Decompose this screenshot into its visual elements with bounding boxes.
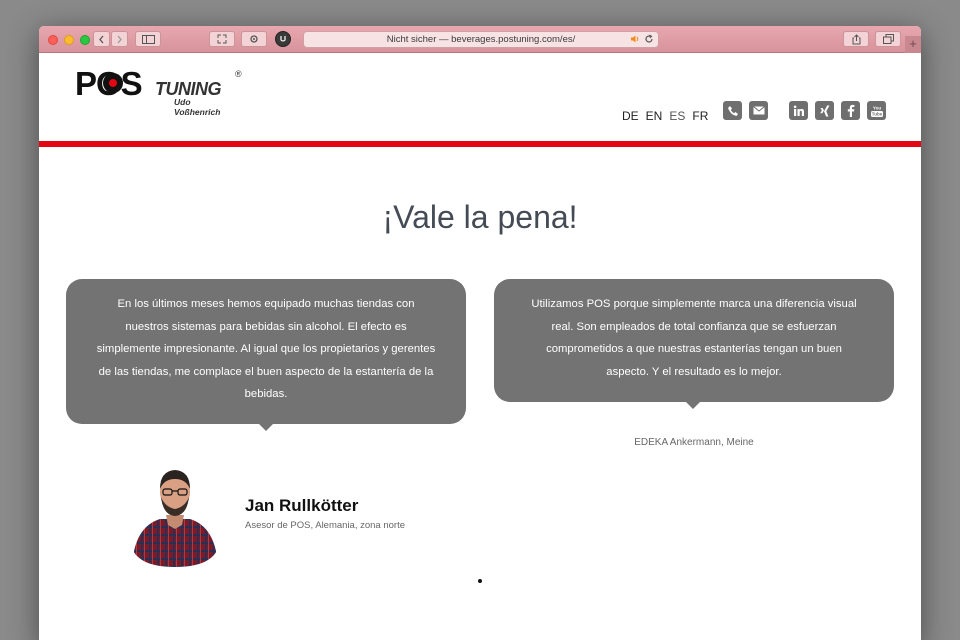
avatar bbox=[130, 459, 220, 567]
chevron-right-icon bbox=[117, 35, 122, 43]
linkedin-icon bbox=[793, 105, 804, 116]
reload-icon[interactable] bbox=[644, 34, 654, 44]
share-button[interactable] bbox=[843, 31, 869, 47]
forward-button[interactable] bbox=[111, 31, 128, 47]
carousel-indicator-dot[interactable] bbox=[478, 579, 482, 583]
address-bar[interactable]: Nicht sicher — beverages.postuning.com/e… bbox=[303, 31, 659, 48]
logo-registered-mark: ® bbox=[235, 69, 242, 79]
person-name: Jan Rullkötter bbox=[245, 496, 359, 515]
new-tab-button[interactable]: + bbox=[905, 36, 921, 53]
xing-icon bbox=[819, 105, 829, 116]
testimonial-text: Utilizamos POS porque simplemente marca … bbox=[531, 298, 857, 378]
xing-link[interactable] bbox=[815, 101, 834, 120]
browser-window: Nicht sicher — beverages.postuning.com/e… bbox=[39, 26, 921, 640]
phone-link[interactable] bbox=[723, 101, 742, 120]
testimonial-text: En los últimos meses hemos equipado much… bbox=[96, 298, 436, 400]
web-page: POS TUNING ® Udo Voßhenrich DE EN ES FR bbox=[39, 53, 921, 640]
logo-tuning-text: TUNING bbox=[155, 79, 222, 99]
svg-text:Tube: Tube bbox=[871, 111, 882, 116]
ublock-extension-button[interactable] bbox=[275, 31, 291, 47]
lang-de[interactable]: DE bbox=[622, 109, 639, 123]
expand-icon bbox=[217, 34, 227, 44]
tabs-icon bbox=[882, 34, 894, 44]
header-red-rule bbox=[39, 141, 921, 147]
person-role: Asesor de POS, Alemania, zona norte bbox=[245, 520, 406, 531]
phone-icon bbox=[727, 105, 738, 116]
testimonial-bubble: Utilizamos POS porque simplemente marca … bbox=[494, 279, 894, 409]
site-logo[interactable]: POS TUNING ® Udo Voßhenrich bbox=[75, 67, 242, 118]
tabs-overview-button[interactable] bbox=[875, 31, 901, 47]
extension-button[interactable] bbox=[241, 31, 267, 47]
language-switcher: DE EN ES FR bbox=[622, 109, 708, 123]
sidebar-icon bbox=[141, 34, 155, 44]
back-button[interactable] bbox=[93, 31, 110, 47]
facebook-link[interactable] bbox=[841, 101, 860, 120]
lang-en[interactable]: EN bbox=[646, 109, 663, 123]
browser-toolbar: Nicht sicher — beverages.postuning.com/e… bbox=[39, 26, 921, 53]
youtube-link[interactable]: You Tube bbox=[867, 101, 886, 120]
logo-owner-text: Udo Voßhenrich bbox=[174, 97, 221, 117]
reader-fullscreen-button[interactable] bbox=[209, 31, 235, 47]
speaker-icon[interactable] bbox=[630, 34, 640, 44]
share-icon bbox=[852, 33, 860, 44]
minimize-window-button[interactable] bbox=[64, 35, 74, 45]
logo-target-mark bbox=[103, 73, 123, 93]
mail-link[interactable] bbox=[749, 101, 768, 120]
gear-icon bbox=[250, 35, 258, 43]
chevron-left-icon bbox=[99, 35, 104, 43]
lang-es[interactable]: ES bbox=[669, 109, 685, 123]
close-window-button[interactable] bbox=[48, 35, 58, 45]
address-text: Nicht sicher — beverages.postuning.com/e… bbox=[386, 34, 576, 45]
youtube-icon: YouTube bbox=[870, 105, 883, 117]
svg-text:You: You bbox=[872, 105, 880, 110]
linkedin-link[interactable] bbox=[789, 101, 808, 120]
lang-fr[interactable]: FR bbox=[692, 109, 708, 123]
testimonial-bubble: En los últimos meses hemos equipado much… bbox=[66, 279, 466, 431]
sidebar-toggle-button[interactable] bbox=[135, 31, 161, 47]
page-headline: ¡Vale la pena! bbox=[382, 199, 578, 235]
zoom-window-button[interactable] bbox=[80, 35, 90, 45]
shield-icon bbox=[280, 36, 286, 42]
facebook-icon bbox=[847, 104, 854, 117]
testimonial-attribution: EDEKA Ankermann, Meine bbox=[634, 437, 754, 448]
mail-icon bbox=[752, 106, 765, 115]
window-controls bbox=[48, 35, 90, 45]
